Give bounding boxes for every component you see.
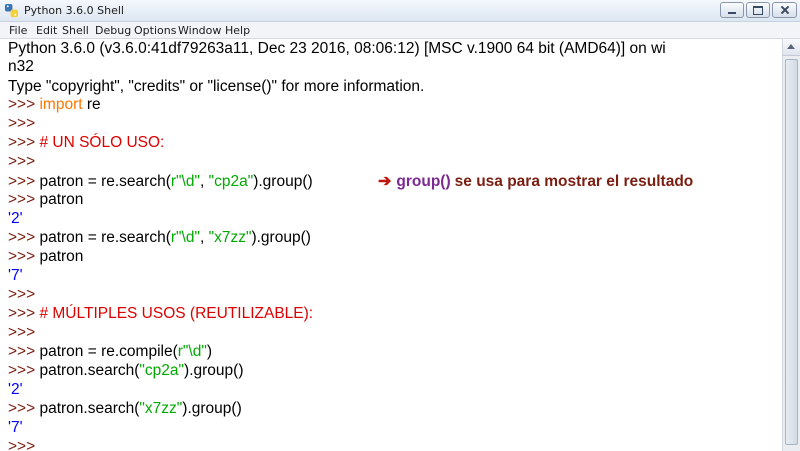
shell-line: >>> patron — [8, 191, 84, 208]
menu-file[interactable]: File — [9, 24, 27, 37]
shell-line: >>> — [8, 153, 35, 171]
menu-options[interactable]: Options — [134, 24, 176, 37]
output-token: '2' — [8, 210, 23, 227]
prompt: >>> — [8, 229, 36, 246]
shell-banner-line: Python 3.6.0 (v3.6.0:41df79263a11, Dec 2… — [8, 40, 666, 57]
scroll-thumb[interactable] — [785, 59, 798, 445]
title-bar[interactable]: Python 3.6.0 Shell — [0, 0, 800, 22]
prompt: >>> — [8, 324, 36, 341]
comment-token: # UN SÓLO USO: — [39, 134, 165, 151]
shell-line: >>> # UN SÓLO USO: — [8, 134, 164, 152]
string-token: "cp2a" — [139, 362, 185, 379]
python-icon — [4, 3, 19, 18]
close-button[interactable] — [772, 2, 797, 18]
shell-line: >>> # MÚLTIPLES USOS (REUTILIZABLE): — [8, 305, 313, 323]
prompt: >>> — [8, 191, 36, 208]
menu-edit[interactable]: Edit — [36, 24, 57, 37]
group-annotation: ➔ group() se usa para mostrar el resultado — [378, 173, 693, 191]
prompt: >>> — [8, 153, 36, 170]
shell-output: '7' — [8, 267, 23, 285]
prompt: >>> — [8, 134, 36, 151]
menu-bar: File Edit Shell Debug Options Window Hel… — [0, 22, 800, 39]
shell-line: >>> — [8, 115, 35, 133]
prompt: >>> — [8, 400, 36, 417]
prompt: >>> — [8, 115, 36, 132]
keyword-token: import — [39, 96, 83, 113]
shell-line: >>> patron — [8, 248, 84, 265]
minimize-button[interactable] — [720, 2, 744, 18]
shell-banner-line: Type "copyright", "credits" or "license(… — [8, 78, 425, 95]
output-token: '7' — [8, 267, 23, 284]
shell-line: >>> patron = re.search(r"\d", "x7zz").gr… — [8, 229, 311, 246]
prompt: >>> — [8, 173, 36, 190]
shell-line: >>> patron = re.compile(r"\d") — [8, 343, 213, 360]
annotation-function: group() — [396, 173, 451, 190]
menu-help[interactable]: Help — [225, 24, 250, 37]
shell-line: >>> import re — [8, 96, 101, 113]
prompt: >>> — [8, 96, 36, 113]
menu-window[interactable]: Window — [178, 24, 221, 37]
prompt: >>> — [8, 343, 36, 360]
string-token: "x7zz" — [208, 229, 252, 246]
shell-line: >>> patron.search("cp2a").group() — [8, 362, 244, 379]
arrow-right-icon: ➔ — [378, 173, 392, 190]
output-token: '2' — [8, 381, 23, 398]
shell-output: '7' — [8, 419, 23, 437]
menu-debug[interactable]: Debug — [95, 24, 131, 37]
shell-output: '2' — [8, 381, 23, 399]
scroll-up-arrow-icon[interactable] — [783, 39, 800, 56]
shell-line: >>> patron.search("x7zz").group() — [8, 400, 242, 417]
shell-banner-line: n32 — [8, 58, 34, 75]
menu-shell[interactable]: Shell — [62, 24, 89, 37]
shell-text-area[interactable]: Python 3.6.0 (v3.6.0:41df79263a11, Dec 2… — [0, 39, 782, 451]
prompt: >>> — [8, 305, 36, 322]
annotation-text: se usa para mostrar el resultado — [454, 173, 694, 190]
string-token: r"\d" — [177, 343, 207, 360]
prompt: >>> — [8, 286, 36, 303]
prompt: >>> — [8, 248, 36, 265]
vertical-scrollbar[interactable] — [782, 39, 800, 451]
output-token: '7' — [8, 419, 23, 436]
shell-line: >>> — [8, 324, 35, 342]
shell-line: >>> patron = re.search(r"\d", "cp2a").gr… — [8, 173, 313, 190]
maximize-button[interactable] — [746, 2, 770, 18]
idle-shell-window: Python 3.6.0 Shell File Edit Shell Debug… — [0, 0, 800, 451]
shell-output: '2' — [8, 210, 23, 228]
shell-line: >>> — [8, 438, 35, 451]
string-token: "x7zz" — [139, 400, 183, 417]
string-token: r"\d" — [170, 229, 200, 246]
string-token: "cp2a" — [208, 173, 254, 190]
prompt: >>> — [8, 438, 36, 451]
string-token: r"\d" — [170, 173, 200, 190]
shell-line: >>> — [8, 286, 35, 304]
window-title: Python 3.6.0 Shell — [24, 4, 124, 17]
comment-token: # MÚLTIPLES USOS (REUTILIZABLE): — [39, 305, 314, 322]
prompt: >>> — [8, 362, 36, 379]
